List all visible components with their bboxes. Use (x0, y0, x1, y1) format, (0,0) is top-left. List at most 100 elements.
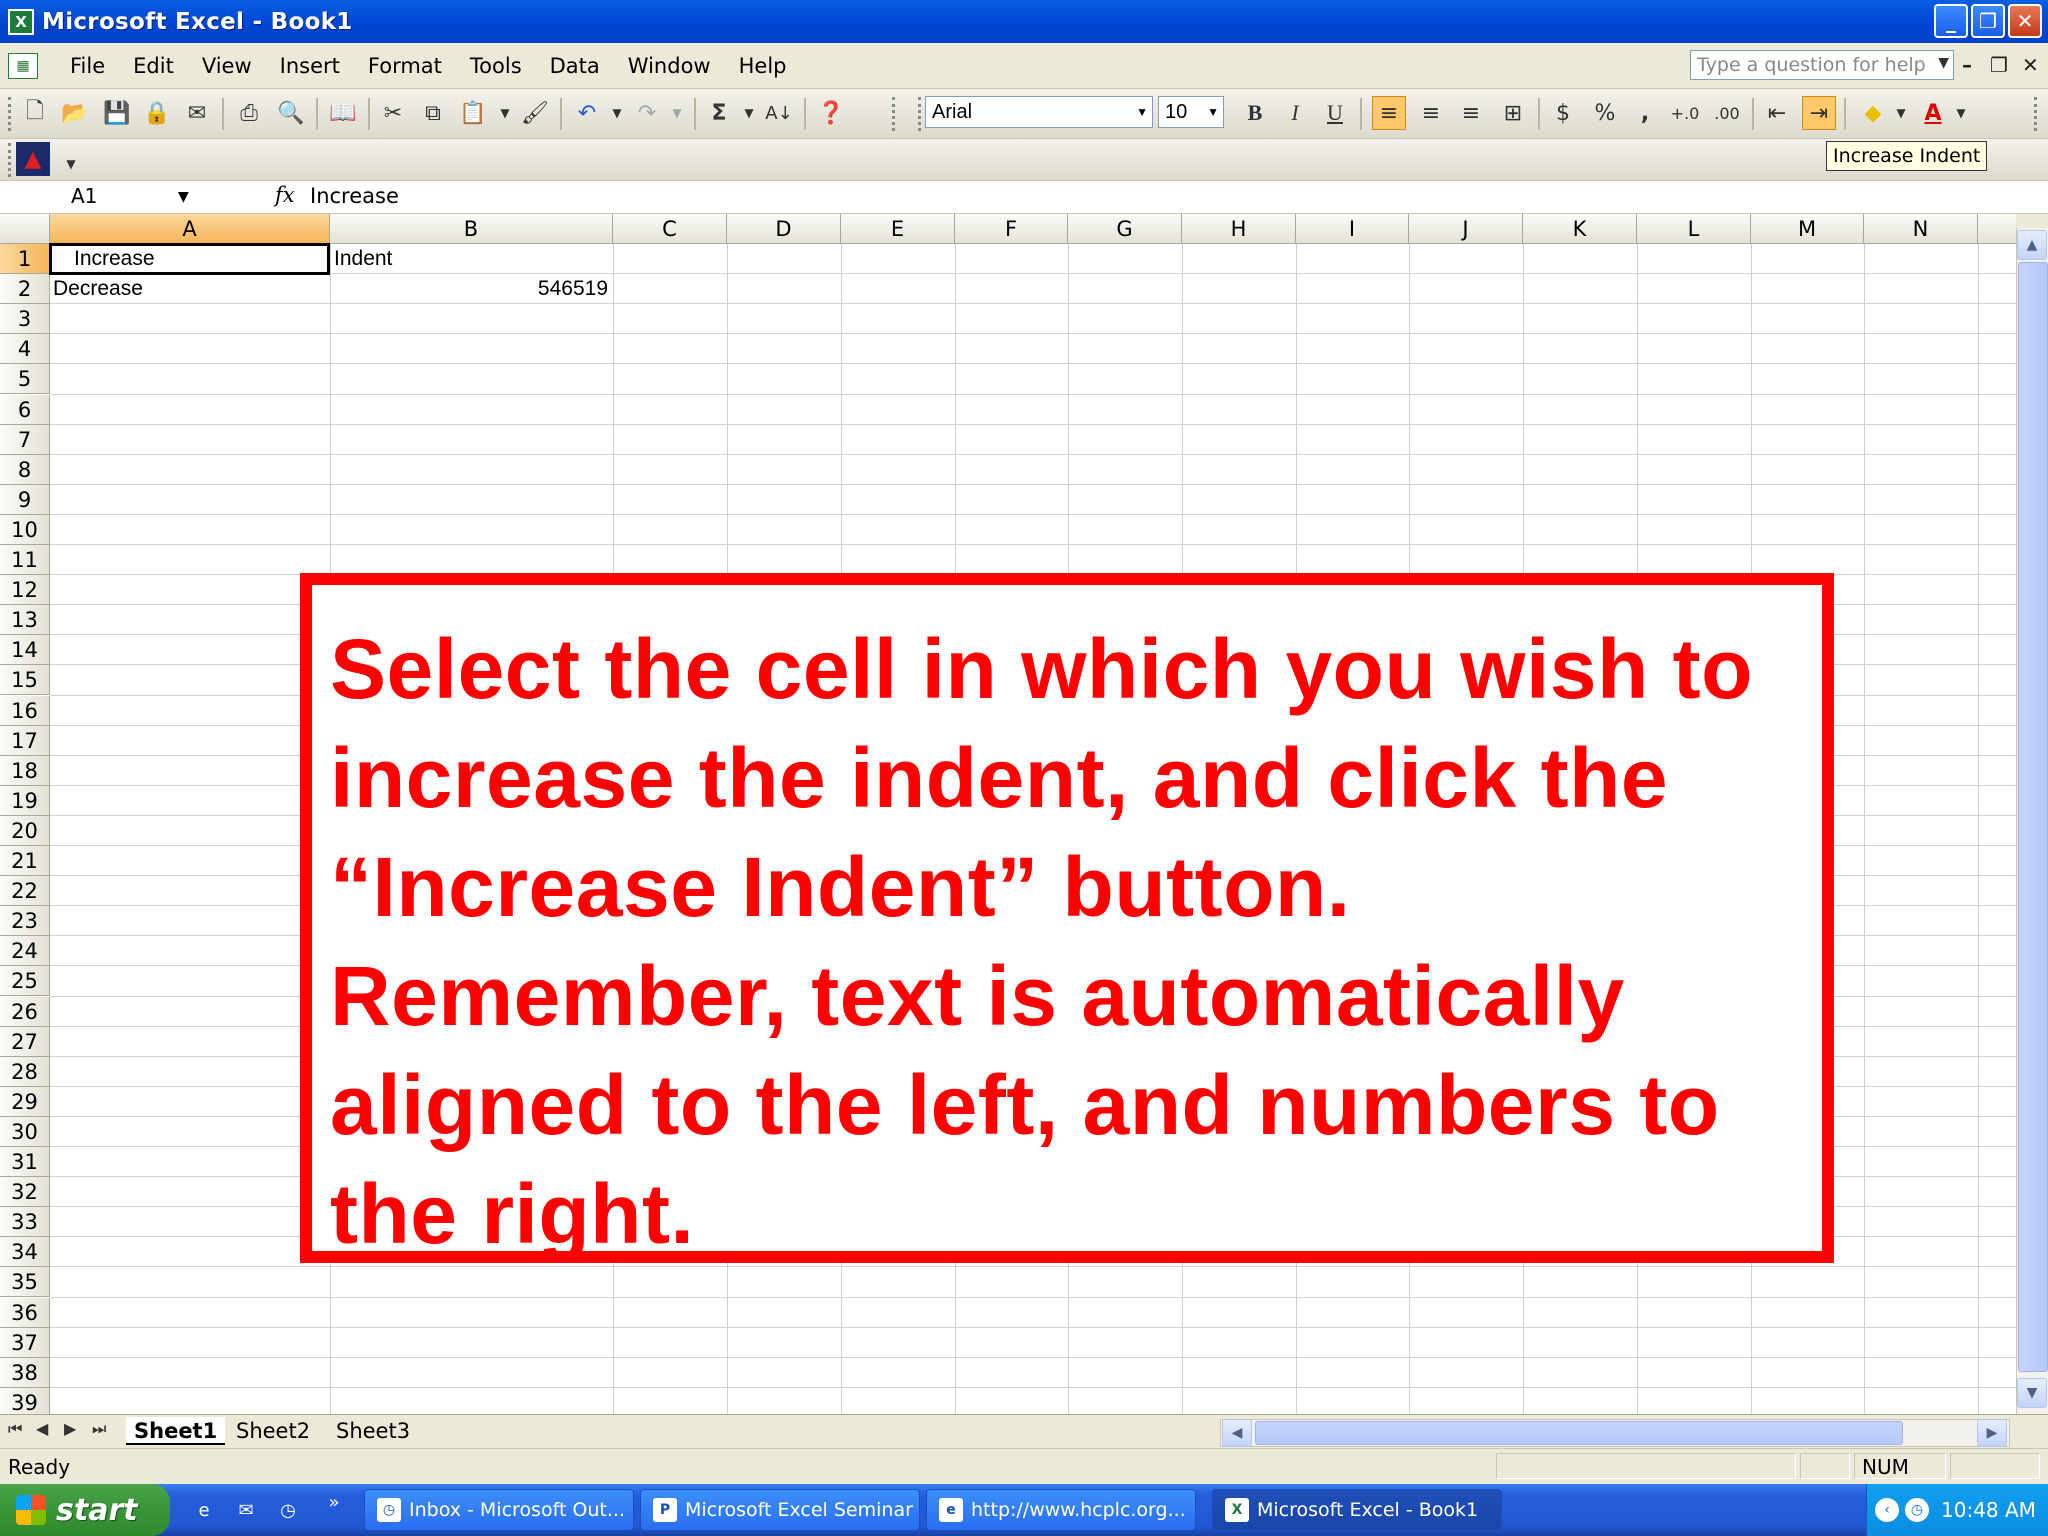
row-header[interactable]: 5 (0, 364, 50, 395)
row-header[interactable]: 7 (0, 424, 50, 455)
open-icon[interactable]: 📂 (58, 96, 92, 130)
column-header[interactable]: J (1409, 214, 1523, 244)
row-header[interactable]: 23 (0, 906, 50, 937)
autosum-icon[interactable]: Σ (702, 96, 736, 130)
toolbar-grip[interactable] (8, 97, 14, 131)
row-header[interactable]: 37 (0, 1327, 50, 1358)
formula-input[interactable]: Increase (310, 184, 399, 208)
decrease-decimal-icon[interactable]: .00 (1710, 96, 1744, 130)
save-icon[interactable]: 💾 (100, 96, 134, 130)
menu-tools[interactable]: Tools (456, 54, 536, 78)
row-header[interactable]: 39 (0, 1387, 50, 1414)
scroll-left-icon[interactable]: ◀ (1222, 1419, 1252, 1447)
bold-button[interactable]: B (1238, 96, 1272, 130)
row-header[interactable]: 12 (0, 575, 50, 606)
increase-indent-icon[interactable]: ⇥ (1802, 96, 1836, 130)
menu-edit[interactable]: Edit (119, 54, 188, 78)
column-header[interactable]: B (330, 214, 613, 244)
help-icon[interactable]: ❓ (814, 96, 848, 130)
menu-format[interactable]: Format (354, 54, 456, 78)
minimize-button[interactable]: _ (1934, 4, 1968, 38)
row-header[interactable]: 38 (0, 1357, 50, 1388)
chevron-down-icon[interactable]: ▼ (1938, 55, 1949, 71)
column-header[interactable]: C (613, 214, 727, 244)
row-header[interactable]: 20 (0, 815, 50, 846)
select-all-corner[interactable] (0, 214, 50, 244)
menu-data[interactable]: Data (536, 54, 614, 78)
font-size-select[interactable]: 10 ▼ (1158, 96, 1224, 128)
align-right-icon[interactable]: ≡ (1454, 96, 1488, 130)
row-header[interactable]: 6 (0, 394, 50, 425)
toolbar-grip[interactable] (8, 143, 14, 177)
task-browser[interactable]: e http://www.hcplc.org... (926, 1489, 1196, 1531)
paste-icon[interactable]: 📋 (456, 96, 490, 130)
percent-button[interactable]: % (1588, 96, 1622, 130)
row-header[interactable]: 2 (0, 274, 50, 305)
column-header[interactable]: G (1068, 214, 1182, 244)
doc-minimize-icon[interactable]: – (1962, 53, 1972, 77)
sheet-tab-1[interactable]: Sheet1 (126, 1417, 226, 1445)
row-header[interactable]: 18 (0, 755, 50, 786)
chevron-down-icon[interactable]: ▼ (1136, 105, 1148, 119)
toolbar-grip[interactable] (918, 97, 924, 131)
print-icon[interactable]: ⎙ (232, 96, 266, 130)
font-name-select[interactable]: Arial ▼ (925, 96, 1153, 128)
internet-explorer-icon[interactable]: e (190, 1496, 218, 1524)
row-header[interactable]: 17 (0, 725, 50, 756)
task-excel[interactable]: X Microsoft Excel - Book1 (1212, 1489, 1502, 1531)
merge-center-icon[interactable]: ⊞ (1496, 96, 1530, 130)
column-header[interactable]: N (1864, 214, 1978, 244)
chevron-down-icon[interactable]: ▼ (54, 147, 88, 181)
menu-file[interactable]: File (56, 54, 119, 78)
clock-icon[interactable]: ◷ (1905, 1498, 1929, 1522)
row-header[interactable]: 10 (0, 514, 50, 545)
row-header[interactable]: 8 (0, 454, 50, 485)
row-header[interactable]: 9 (0, 484, 50, 515)
restore-button[interactable]: ❐ (1971, 4, 2005, 38)
undo-icon[interactable]: ↶ (570, 96, 604, 130)
row-header[interactable]: 29 (0, 1086, 50, 1117)
toolbar-grip[interactable] (2034, 97, 2040, 131)
menu-insert[interactable]: Insert (266, 54, 354, 78)
start-button[interactable]: start (0, 1484, 170, 1536)
row-header[interactable]: 27 (0, 1026, 50, 1057)
menu-window[interactable]: Window (614, 54, 725, 78)
row-header[interactable]: 16 (0, 695, 50, 726)
chevron-down-icon[interactable]: ▼ (1207, 105, 1219, 119)
redo-icon[interactable]: ↷ (630, 96, 664, 130)
vertical-scroll-thumb[interactable] (2018, 262, 2048, 1372)
task-outlook[interactable]: ◷ Inbox - Microsoft Out... (364, 1489, 634, 1531)
tray-expand-icon[interactable]: ‹ (1875, 1498, 1899, 1522)
row-header[interactable]: 25 (0, 966, 50, 997)
row-header[interactable]: 24 (0, 936, 50, 967)
column-header[interactable]: E (841, 214, 955, 244)
column-header[interactable]: I (1296, 214, 1409, 244)
increase-decimal-icon[interactable]: +.0 (1668, 96, 1702, 130)
row-header[interactable]: 14 (0, 635, 50, 666)
row-header[interactable]: 35 (0, 1267, 50, 1298)
chevron-down-icon[interactable]: ▼ (732, 96, 766, 130)
print-preview-icon[interactable]: 🔍 (274, 96, 308, 130)
row-header[interactable]: 26 (0, 996, 50, 1027)
italic-button[interactable]: I (1278, 96, 1312, 130)
decrease-indent-icon[interactable]: ⇤ (1760, 96, 1794, 130)
row-header[interactable]: 3 (0, 304, 50, 335)
sheet-tab-3[interactable]: Sheet3 (328, 1417, 418, 1445)
permission-icon[interactable]: 🔒 (140, 96, 174, 130)
align-center-icon[interactable]: ≡ (1414, 96, 1448, 130)
cell-b1[interactable]: Indent (334, 244, 392, 274)
fx-icon[interactable]: fx (275, 183, 295, 207)
scroll-up-icon[interactable]: ▲ (2017, 230, 2047, 260)
currency-button[interactable]: $ (1546, 96, 1580, 130)
toolbar-grip[interactable] (892, 97, 898, 131)
column-header[interactable]: D (727, 214, 841, 244)
chevron-down-icon[interactable]: ▼ (1944, 96, 1978, 130)
column-header[interactable]: L (1637, 214, 1751, 244)
row-header[interactable]: 31 (0, 1147, 50, 1177)
doc-close-icon[interactable]: ✕ (2022, 53, 2039, 77)
scroll-down-icon[interactable]: ▼ (2017, 1378, 2047, 1408)
name-box[interactable]: A1 (2, 183, 167, 211)
chevron-down-icon[interactable]: ▼ (488, 96, 522, 130)
cut-icon[interactable]: ✂ (376, 96, 410, 130)
column-header[interactable]: K (1523, 214, 1637, 244)
